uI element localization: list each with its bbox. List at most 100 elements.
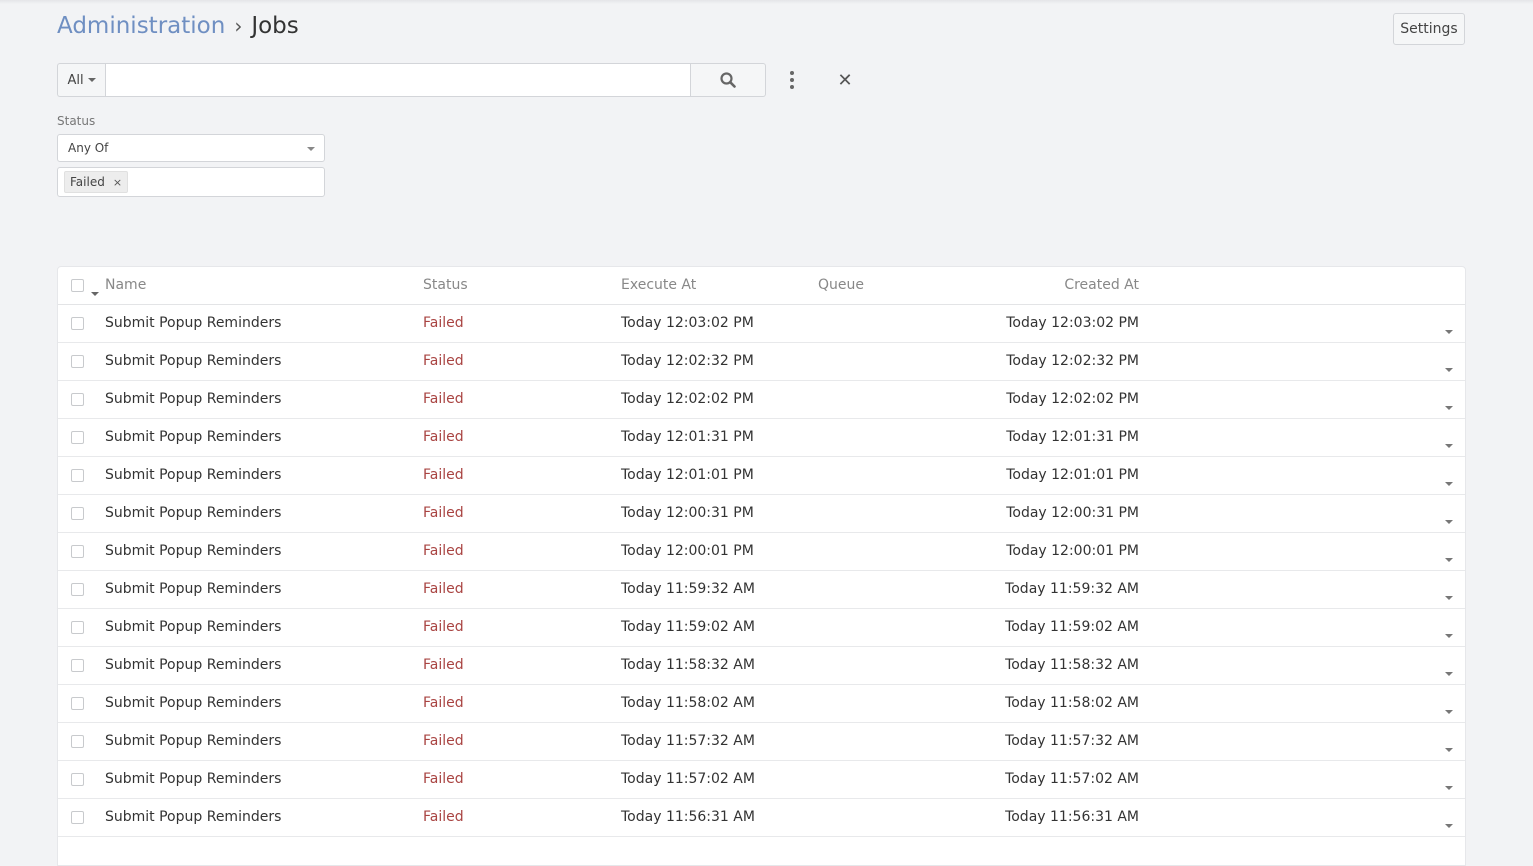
row-checkbox[interactable] bbox=[71, 773, 84, 786]
select-all-checkbox[interactable] bbox=[71, 279, 84, 292]
row-checkbox[interactable] bbox=[71, 317, 84, 330]
created-at-value: Today 11:58:02 AM bbox=[1005, 695, 1139, 711]
job-name-link[interactable]: Submit Popup Reminders bbox=[105, 761, 281, 798]
row-actions-dropdown[interactable] bbox=[1445, 664, 1453, 680]
table-row: Submit Popup Reminders Failed Today 11:5… bbox=[58, 571, 1465, 609]
job-name-link[interactable]: Submit Popup Reminders bbox=[105, 419, 281, 456]
status-filter-label: Status bbox=[57, 114, 96, 128]
created-at-value: Today 12:01:01 PM bbox=[1006, 467, 1139, 483]
created-at-value: Today 12:03:02 PM bbox=[1006, 315, 1139, 331]
chevron-down-icon bbox=[1445, 824, 1453, 828]
status-values-input[interactable]: Failed × bbox=[57, 167, 325, 197]
row-checkbox[interactable] bbox=[71, 621, 84, 634]
status-badge: Failed bbox=[423, 467, 464, 483]
search-icon bbox=[720, 72, 736, 88]
execute-at-value: Today 12:02:32 PM bbox=[621, 353, 754, 369]
kebab-dot bbox=[790, 78, 794, 82]
table-body: Submit Popup Reminders Failed Today 12:0… bbox=[58, 305, 1465, 837]
more-actions-button[interactable] bbox=[781, 68, 803, 92]
table-row: Submit Popup Reminders Failed Today 12:0… bbox=[58, 457, 1465, 495]
search-button[interactable] bbox=[691, 63, 766, 97]
row-actions-dropdown[interactable] bbox=[1445, 322, 1453, 338]
row-checkbox[interactable] bbox=[71, 583, 84, 596]
jobs-table: Name Status Execute At Queue Created At … bbox=[57, 266, 1466, 866]
row-checkbox[interactable] bbox=[71, 393, 84, 406]
job-name-link[interactable]: Submit Popup Reminders bbox=[105, 571, 281, 608]
row-checkbox[interactable] bbox=[71, 811, 84, 824]
row-checkbox[interactable] bbox=[71, 507, 84, 520]
execute-at-value: Today 11:58:02 AM bbox=[621, 695, 755, 711]
row-checkbox[interactable] bbox=[71, 431, 84, 444]
row-actions-dropdown[interactable] bbox=[1445, 512, 1453, 528]
column-header-queue[interactable]: Queue bbox=[818, 267, 864, 304]
remove-tag-icon[interactable]: × bbox=[113, 176, 122, 189]
row-actions-dropdown[interactable] bbox=[1445, 550, 1453, 566]
execute-at-value: Today 12:00:31 PM bbox=[621, 505, 754, 521]
execute-at-value: Today 12:03:02 PM bbox=[621, 315, 754, 331]
row-actions-dropdown[interactable] bbox=[1445, 436, 1453, 452]
job-name-link[interactable]: Submit Popup Reminders bbox=[105, 723, 281, 760]
row-checkbox[interactable] bbox=[71, 735, 84, 748]
status-badge: Failed bbox=[423, 619, 464, 635]
job-name-link[interactable]: Submit Popup Reminders bbox=[105, 647, 281, 684]
table-row: Submit Popup Reminders Failed Today 12:0… bbox=[58, 419, 1465, 457]
row-actions-dropdown[interactable] bbox=[1445, 360, 1453, 376]
row-actions-dropdown[interactable] bbox=[1445, 474, 1453, 490]
row-actions-dropdown[interactable] bbox=[1445, 816, 1453, 832]
job-name-link[interactable]: Submit Popup Reminders bbox=[105, 381, 281, 418]
job-name-link[interactable]: Submit Popup Reminders bbox=[105, 799, 281, 836]
execute-at-value: Today 11:56:31 AM bbox=[621, 809, 755, 825]
job-name-link[interactable]: Submit Popup Reminders bbox=[105, 495, 281, 532]
table-row: Submit Popup Reminders Failed Today 11:5… bbox=[58, 761, 1465, 799]
row-actions-dropdown[interactable] bbox=[1445, 778, 1453, 794]
row-actions-dropdown[interactable] bbox=[1445, 588, 1453, 604]
search-input[interactable] bbox=[105, 63, 691, 97]
row-actions-dropdown[interactable] bbox=[1445, 398, 1453, 414]
job-name-link[interactable]: Submit Popup Reminders bbox=[105, 457, 281, 494]
row-checkbox[interactable] bbox=[71, 545, 84, 558]
chevron-down-icon bbox=[1445, 786, 1453, 790]
row-checkbox[interactable] bbox=[71, 469, 84, 482]
job-name-link[interactable]: Submit Popup Reminders bbox=[105, 685, 281, 722]
table-row: Submit Popup Reminders Failed Today 11:5… bbox=[58, 647, 1465, 685]
execute-at-value: Today 11:59:32 AM bbox=[621, 581, 755, 597]
settings-button[interactable]: Settings bbox=[1393, 13, 1465, 45]
table-row: Submit Popup Reminders Failed Today 12:0… bbox=[58, 381, 1465, 419]
status-badge: Failed bbox=[423, 353, 464, 369]
column-header-execute-at[interactable]: Execute At bbox=[621, 267, 696, 304]
column-header-created-at[interactable]: Created At bbox=[1064, 267, 1139, 304]
row-actions-dropdown[interactable] bbox=[1445, 626, 1453, 642]
job-name-link[interactable]: Submit Popup Reminders bbox=[105, 609, 281, 646]
table-row: Submit Popup Reminders Failed Today 12:0… bbox=[58, 305, 1465, 343]
kebab-dot bbox=[790, 85, 794, 89]
page-title: Jobs bbox=[251, 13, 299, 39]
created-at-value: Today 12:02:02 PM bbox=[1006, 391, 1139, 407]
execute-at-value: Today 11:58:32 AM bbox=[621, 657, 755, 673]
select-options-dropdown[interactable] bbox=[91, 284, 99, 300]
column-header-name[interactable]: Name bbox=[105, 267, 146, 304]
breadcrumb: Administration › Jobs bbox=[57, 10, 299, 42]
execute-at-value: Today 11:57:32 AM bbox=[621, 733, 755, 749]
reset-filters-button[interactable]: ✕ bbox=[833, 68, 857, 92]
breadcrumb-administration-link[interactable]: Administration bbox=[57, 13, 225, 39]
status-badge: Failed bbox=[423, 771, 464, 787]
status-badge: Failed bbox=[423, 429, 464, 445]
row-actions-dropdown[interactable] bbox=[1445, 702, 1453, 718]
column-header-status[interactable]: Status bbox=[423, 267, 468, 304]
created-at-value: Today 11:56:31 AM bbox=[1005, 809, 1139, 825]
status-badge: Failed bbox=[423, 695, 464, 711]
job-name-link[interactable]: Submit Popup Reminders bbox=[105, 343, 281, 380]
status-badge: Failed bbox=[423, 315, 464, 331]
row-actions-dropdown[interactable] bbox=[1445, 740, 1453, 756]
row-checkbox[interactable] bbox=[71, 355, 84, 368]
row-checkbox[interactable] bbox=[71, 659, 84, 672]
kebab-dot bbox=[790, 71, 794, 75]
status-operator-value: Any Of bbox=[68, 141, 109, 155]
row-checkbox[interactable] bbox=[71, 697, 84, 710]
search-scope-dropdown[interactable]: All bbox=[57, 63, 105, 97]
status-badge: Failed bbox=[423, 809, 464, 825]
job-name-link[interactable]: Submit Popup Reminders bbox=[105, 305, 281, 342]
status-operator-select[interactable]: Any Of bbox=[57, 134, 325, 162]
status-badge: Failed bbox=[423, 505, 464, 521]
job-name-link[interactable]: Submit Popup Reminders bbox=[105, 533, 281, 570]
